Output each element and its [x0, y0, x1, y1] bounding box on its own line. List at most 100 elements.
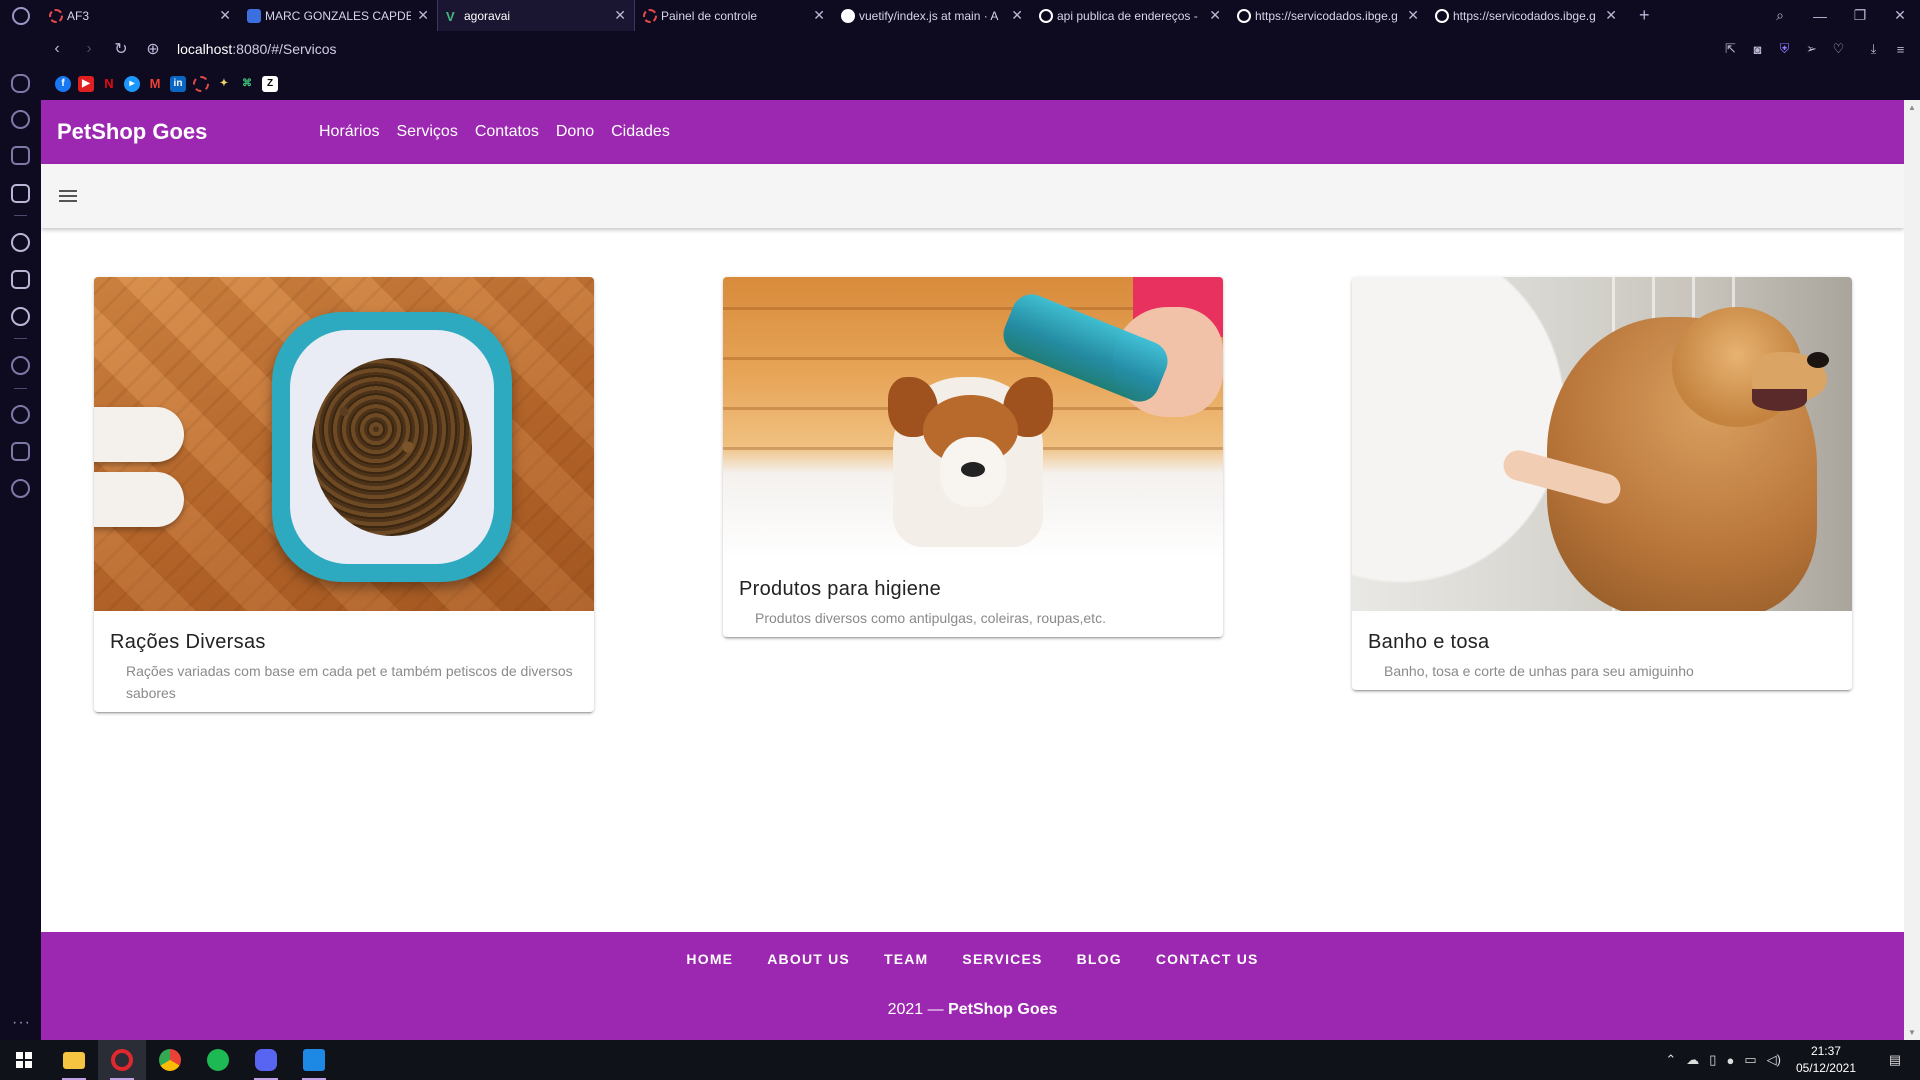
- history-icon[interactable]: [11, 405, 30, 424]
- reload-icon[interactable]: ↻: [105, 39, 137, 59]
- microphone-icon[interactable]: ●: [1726, 1053, 1734, 1068]
- instagram-icon[interactable]: [11, 270, 30, 289]
- youtube-icon[interactable]: ▶: [78, 75, 94, 92]
- facebook-icon[interactable]: f: [55, 75, 71, 92]
- footer-link-services[interactable]: SERVICES: [949, 943, 1055, 975]
- windows-start-icon[interactable]: [0, 1040, 48, 1080]
- forward-icon[interactable]: ›: [73, 40, 105, 58]
- food-bowl: [272, 312, 512, 582]
- restore-icon[interactable]: ❐: [1840, 7, 1880, 24]
- footer-brand: PetShop Goes: [948, 1001, 1058, 1018]
- taskbar-clock[interactable]: 21:37 05/12/2021: [1796, 1043, 1856, 1077]
- bookmark-green-icon[interactable]: ⌘: [239, 76, 255, 92]
- speed-dial-icon[interactable]: [11, 110, 30, 129]
- netflix-icon[interactable]: N: [101, 76, 117, 92]
- footer-link-team[interactable]: TEAM: [871, 943, 941, 975]
- twitch-icon[interactable]: [11, 184, 30, 203]
- opera-logo-icon[interactable]: [0, 0, 41, 31]
- hamburger-menu-icon[interactable]: [59, 190, 77, 202]
- twitter-icon[interactable]: [11, 307, 30, 326]
- url-field[interactable]: localhost:8080/#/Servicos: [177, 41, 337, 57]
- spotify-icon[interactable]: [194, 1040, 242, 1080]
- site-info-globe-icon[interactable]: ⊕: [137, 39, 169, 59]
- volume-icon[interactable]: ◁): [1767, 1052, 1781, 1068]
- nav-link-servicos[interactable]: Serviços: [396, 123, 457, 141]
- nav-link-dono[interactable]: Dono: [556, 123, 594, 141]
- browser-tab-bar: AF3 ✕ MARC GONZALES CAPDEV ✕ V agoravai …: [0, 0, 1920, 31]
- vscode-icon[interactable]: [290, 1040, 338, 1080]
- back-icon[interactable]: ‹: [41, 40, 73, 58]
- download-icon[interactable]: ⤓: [1860, 41, 1887, 57]
- close-window-icon[interactable]: ✕: [1880, 7, 1920, 24]
- brand-title[interactable]: PetShop Goes: [57, 119, 319, 145]
- tab-close-icon[interactable]: ✕: [813, 7, 825, 24]
- page-scrollbar[interactable]: ▲ ▼: [1904, 100, 1920, 1040]
- notifications-icon[interactable]: ▤: [1875, 1052, 1915, 1068]
- tab-close-icon[interactable]: ✕: [417, 7, 429, 24]
- briefcase-icon[interactable]: [11, 146, 30, 165]
- heart-icon[interactable]: ♡: [1825, 41, 1852, 57]
- tab-agoravai[interactable]: V agoravai ✕: [437, 0, 635, 31]
- search-tabs-icon[interactable]: ⌕: [1760, 7, 1800, 24]
- tab-close-icon[interactable]: ✕: [219, 7, 231, 24]
- prime-video-icon[interactable]: ▸: [124, 75, 140, 92]
- file-explorer-icon[interactable]: [50, 1040, 98, 1080]
- gmail-icon[interactable]: M: [147, 76, 163, 92]
- device-icon[interactable]: ▯: [1709, 1052, 1716, 1068]
- tab-close-icon[interactable]: ✕: [1209, 7, 1221, 24]
- service-card-racoes[interactable]: Rações Diversas Rações variadas com base…: [94, 277, 594, 712]
- service-card-banho[interactable]: Banho e tosa Banho, tosa e corte de unha…: [1352, 277, 1852, 690]
- tab-marc[interactable]: MARC GONZALES CAPDEV ✕: [239, 0, 437, 31]
- bookmark-white-icon[interactable]: Z: [262, 75, 278, 92]
- tab-api[interactable]: api publica de endereços - ✕: [1031, 0, 1229, 31]
- footer-link-home[interactable]: HOME: [673, 943, 746, 975]
- vue-favicon-icon: V: [446, 8, 455, 24]
- more-icon[interactable]: ···: [12, 1014, 31, 1032]
- discord-icon[interactable]: [242, 1040, 290, 1080]
- linkedin-icon[interactable]: in: [170, 75, 186, 92]
- globe-icon: [1435, 8, 1449, 23]
- tab-ibge-2[interactable]: https://servicodados.ibge.g ✕: [1427, 0, 1625, 31]
- card-subtitle: Banho, tosa e corte de unhas para seu am…: [1384, 663, 1694, 679]
- snapshot-camera-icon[interactable]: ◙: [1744, 42, 1771, 57]
- nav-link-cidades[interactable]: Cidades: [611, 123, 670, 141]
- clock-time: 21:37: [1810, 1044, 1841, 1058]
- nav-link-horarios[interactable]: Horários: [319, 123, 379, 141]
- footer-link-contact[interactable]: CONTACT US: [1143, 943, 1272, 975]
- new-tab-icon[interactable]: +: [1639, 5, 1650, 26]
- player-icon[interactable]: [11, 356, 30, 375]
- tab-painel[interactable]: Painel de controle ✕: [635, 0, 833, 31]
- messenger-icon[interactable]: [11, 233, 30, 252]
- google-icon: [1039, 8, 1053, 23]
- tab-close-icon[interactable]: ✕: [1407, 7, 1419, 24]
- tab-close-icon[interactable]: ✕: [1011, 7, 1023, 24]
- bookmark-figure-icon[interactable]: ✦: [216, 76, 232, 92]
- tab-close-icon[interactable]: ✕: [614, 7, 626, 24]
- footer-link-about[interactable]: ABOUT US: [754, 943, 863, 975]
- tab-close-icon[interactable]: ✕: [1605, 7, 1617, 24]
- tab-ibge-1[interactable]: https://servicodados.ibge.g ✕: [1229, 0, 1427, 31]
- tab-af3[interactable]: AF3 ✕: [41, 0, 239, 31]
- footer-link-blog[interactable]: BLOG: [1064, 943, 1135, 975]
- tab-title: agoravai: [464, 8, 511, 23]
- card-title: Banho e tosa: [1368, 631, 1490, 653]
- tab-vuetify[interactable]: vuetify/index.js at main · A ✕: [833, 0, 1031, 31]
- settings-gear-icon[interactable]: [11, 479, 30, 498]
- send-icon[interactable]: ➢: [1798, 41, 1825, 57]
- gamepad-icon[interactable]: [11, 74, 30, 93]
- bookmark-red-icon[interactable]: [193, 75, 209, 92]
- chrome-icon[interactable]: [146, 1040, 194, 1080]
- vpn-shield-icon[interactable]: ⛨: [1771, 41, 1798, 57]
- nav-link-contatos[interactable]: Contatos: [475, 123, 539, 141]
- main-nav: Horários Serviços Contatos Dono Cidades: [319, 123, 670, 141]
- service-card-higiene[interactable]: Produtos para higiene Produtos diversos …: [723, 277, 1223, 637]
- minimize-icon[interactable]: —: [1800, 8, 1840, 24]
- extensions-cube-icon[interactable]: [11, 442, 30, 461]
- tray-expand-icon[interactable]: ⌃: [1665, 1052, 1676, 1068]
- network-icon[interactable]: ▭: [1744, 1052, 1756, 1068]
- onedrive-icon[interactable]: ☁: [1686, 1052, 1699, 1068]
- share-icon[interactable]: ⇱: [1717, 41, 1744, 57]
- opera-taskbar-icon[interactable]: [98, 1040, 146, 1080]
- sidebar-divider: [14, 215, 27, 216]
- menu-icon[interactable]: ≡: [1887, 42, 1914, 57]
